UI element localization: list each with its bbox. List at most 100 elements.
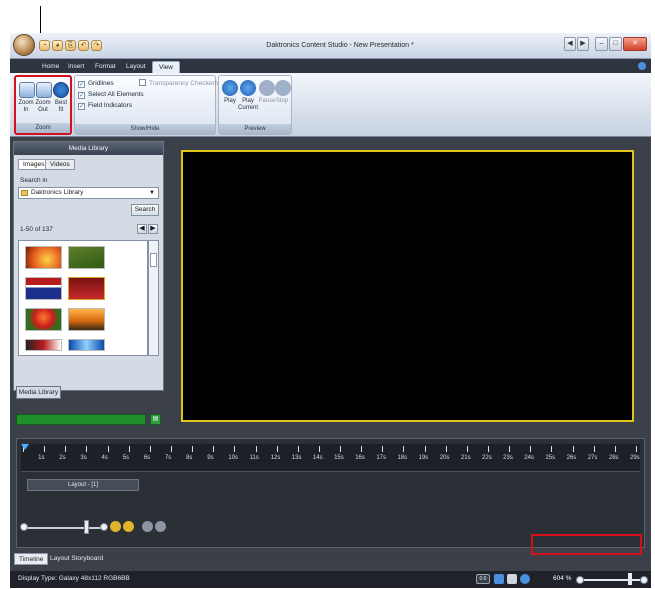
close-button[interactable]: ✕ [623, 37, 647, 51]
thumbnail-image[interactable] [68, 246, 105, 269]
select-all-checkbox[interactable]: ✓ Select All Elements [78, 90, 144, 100]
next-frame-icon[interactable] [123, 521, 134, 532]
tab-timeline[interactable]: Timeline [14, 553, 49, 565]
play-current-label[interactable]: Play Current [237, 98, 259, 112]
tab-home[interactable]: Home [36, 61, 65, 73]
ruler-tick [403, 446, 405, 452]
timeline-ruler[interactable]: 1s 2s 3s 4s 5s 6s 7s 8s 9s 10s 11s 12s 13s 14s 15s 16s 1… [21, 444, 640, 472]
zoom-in-label[interactable]: Zoom In [17, 100, 35, 114]
thumbnail-image[interactable] [68, 277, 105, 300]
tab-format[interactable]: Format [89, 61, 122, 73]
globe-icon[interactable] [494, 574, 504, 584]
zoom-in-icon[interactable] [19, 82, 35, 98]
battery-icon[interactable]: ▤ [150, 414, 161, 425]
gridlines-checkbox[interactable]: ✓ Gridlines [78, 79, 114, 89]
quick-access-open-icon[interactable]: ◕ [52, 40, 63, 51]
thumbnail-image[interactable] [25, 308, 62, 331]
maximize-button[interactable]: □ [609, 37, 622, 51]
slider-thumb[interactable] [84, 520, 89, 534]
results-range: 1-50 of 137 [20, 226, 53, 233]
loading-progress-bar [16, 414, 146, 425]
info-icon[interactable] [520, 574, 530, 584]
play-icon[interactable] [222, 80, 238, 96]
ruler-label: 28s [608, 455, 619, 461]
media-library-title: Media Library [14, 142, 163, 155]
library-source-dropdown[interactable]: Daktronics Library ▼ [18, 187, 159, 199]
minimize-button[interactable]: – [595, 37, 608, 51]
zoom-in-knob[interactable] [640, 576, 648, 584]
nav-forward-button[interactable]: ▶ [577, 37, 589, 51]
ruler-tick [192, 446, 194, 452]
rewind-icon[interactable] [142, 521, 153, 532]
media-library-footer-tab[interactable]: Media Library [16, 386, 61, 399]
timeline-zoom-slider[interactable] [24, 527, 104, 529]
prev-page-button[interactable]: ◀ [137, 224, 147, 234]
thumbnail-image[interactable] [25, 246, 62, 269]
best-fit-label[interactable]: Best fit [52, 100, 70, 114]
search-button[interactable]: Search [131, 204, 159, 216]
ruler-label: 9s [207, 455, 214, 461]
play-button-icon[interactable] [110, 521, 121, 532]
display-icon[interactable] [507, 574, 517, 584]
tab-view[interactable]: View [152, 61, 180, 73]
ruler-label: 4s [101, 455, 108, 461]
thumbnail-image[interactable] [25, 339, 62, 351]
play-current-icon[interactable] [240, 80, 256, 96]
ruler-label: 20s [439, 455, 450, 461]
zoom-slider-thumb[interactable] [628, 573, 632, 585]
slider-min-knob[interactable] [20, 523, 28, 531]
quick-access-undo-icon[interactable]: ↶ [78, 40, 89, 51]
tab-layout[interactable]: Layout [120, 61, 152, 73]
help-icon[interactable] [638, 62, 646, 70]
zoom-out-knob[interactable] [576, 576, 584, 584]
pause-icon[interactable] [259, 80, 275, 96]
thumbnail-image[interactable] [25, 277, 62, 300]
playhead-icon[interactable] [21, 444, 29, 450]
quick-access-redo-icon[interactable]: ↷ [91, 40, 102, 51]
thumbnail-image[interactable] [68, 339, 105, 351]
display-canvas[interactable] [181, 150, 634, 422]
zoom-out-icon[interactable] [36, 82, 52, 98]
zoom-group-label: Zoom [16, 123, 70, 133]
ruler-tick [509, 446, 511, 452]
ruler-tick [170, 446, 172, 452]
ruler-tick [382, 446, 384, 452]
next-page-button[interactable]: ▶ [148, 224, 158, 234]
folder-icon [21, 190, 28, 196]
best-fit-icon[interactable] [53, 82, 69, 98]
fast-forward-icon[interactable] [155, 521, 166, 532]
timeline-layer[interactable]: Layout - [1] [27, 479, 139, 491]
app-menu-orb-icon[interactable] [13, 34, 35, 56]
ruler-label: 7s [164, 455, 172, 461]
tab-layout-storyboard[interactable]: Layout Storyboard [46, 553, 107, 565]
quick-access-save-icon[interactable]: ⎘ [65, 40, 76, 51]
thumbnail-image[interactable] [68, 308, 105, 331]
ruler-label: 2s [59, 455, 66, 461]
ruler-tick [276, 446, 278, 452]
zoom-out-label[interactable]: Zoom Out [34, 100, 52, 114]
ruler-label: 5s [122, 455, 130, 461]
ruler-tick [551, 446, 553, 452]
thumbnail-grid [18, 240, 148, 356]
scroll-thumb[interactable] [150, 253, 157, 267]
fit-toggle-button[interactable]: 0:0 [476, 574, 490, 584]
ruler-tick [149, 446, 151, 452]
tab-videos[interactable]: Videos [45, 159, 75, 170]
thumbnail-scrollbar[interactable] [148, 240, 159, 356]
ruler-label: 1s [38, 455, 45, 461]
stop-label[interactable]: Stop [273, 98, 291, 105]
ruler-label: 16s [355, 455, 365, 461]
app-window: ◔ ◕ ⎘ ↶ ↷ Daktronics Content Studio - Ne… [10, 33, 651, 588]
ruler-label: 27s [587, 455, 598, 461]
ruler-tick [128, 446, 130, 452]
slider-max-knob[interactable] [100, 523, 108, 531]
ruler-tick [488, 446, 490, 452]
chevron-down-icon: ▼ [149, 190, 155, 196]
field-indicators-checkbox[interactable]: ✓ Field Indicators [78, 101, 132, 111]
tab-insert[interactable]: Insert [62, 61, 90, 73]
search-in-label: Search in [20, 177, 48, 184]
ruler-tick [361, 446, 363, 452]
stop-icon[interactable] [275, 80, 291, 96]
nav-back-button[interactable]: ◀ [564, 37, 576, 51]
quick-access-new-icon[interactable]: ◔ [39, 40, 50, 51]
